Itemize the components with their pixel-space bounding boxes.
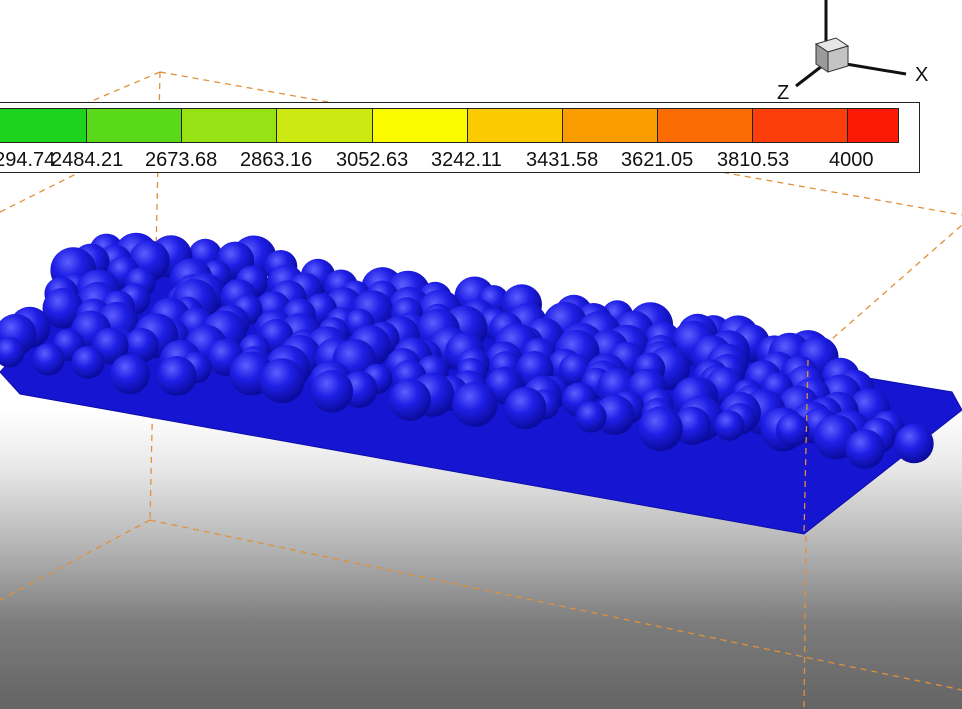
particle-sphere (504, 387, 547, 430)
legend-swatch (753, 109, 848, 142)
particle-sphere (775, 413, 810, 447)
particle-sphere (259, 358, 305, 404)
particle-sphere (71, 345, 105, 379)
x-axis-label: X (915, 64, 929, 86)
legend-swatch (373, 109, 468, 142)
particle-sphere (638, 406, 683, 452)
particle-sphere (845, 429, 885, 469)
particle-sphere (156, 356, 197, 396)
legend-swatch (468, 109, 563, 142)
particle-sphere (714, 410, 745, 441)
legend-label: 4000 (829, 149, 874, 171)
legend-swatch (87, 109, 182, 142)
z-axis-label: Z (777, 82, 790, 104)
legend-label: 2673.68 (145, 149, 218, 171)
legend-swatch (658, 109, 753, 142)
legend-swatch (563, 109, 658, 142)
legend-swatch (848, 109, 899, 142)
legend-label: 3621.05 (621, 149, 694, 171)
legend-label: 3810.53 (717, 149, 790, 171)
legend-label: 3242.11 (431, 149, 502, 171)
legend-swatch (277, 109, 373, 142)
particle-sphere (452, 381, 498, 427)
color-legend: 2294.74 2484.21 2673.68 2863.16 3052.63 … (0, 102, 920, 173)
particle-sphere (388, 378, 431, 421)
particle-sphere (109, 354, 150, 395)
legend-label: 2294.74 (0, 149, 56, 171)
particle-sphere (310, 370, 354, 413)
axis-triad (795, 0, 907, 88)
legend-swatch (182, 109, 277, 142)
particle-sphere (32, 343, 65, 376)
particle-sphere (575, 401, 607, 433)
legend-color-bar (0, 108, 899, 143)
legend-swatch (0, 109, 87, 142)
legend-label: 2863.16 (240, 149, 313, 171)
legend-label: 2484.21 (51, 149, 124, 171)
legend-label: 3431.58 (526, 149, 599, 171)
particle-sphere (894, 423, 934, 464)
legend-label: 3052.63 (336, 149, 409, 171)
